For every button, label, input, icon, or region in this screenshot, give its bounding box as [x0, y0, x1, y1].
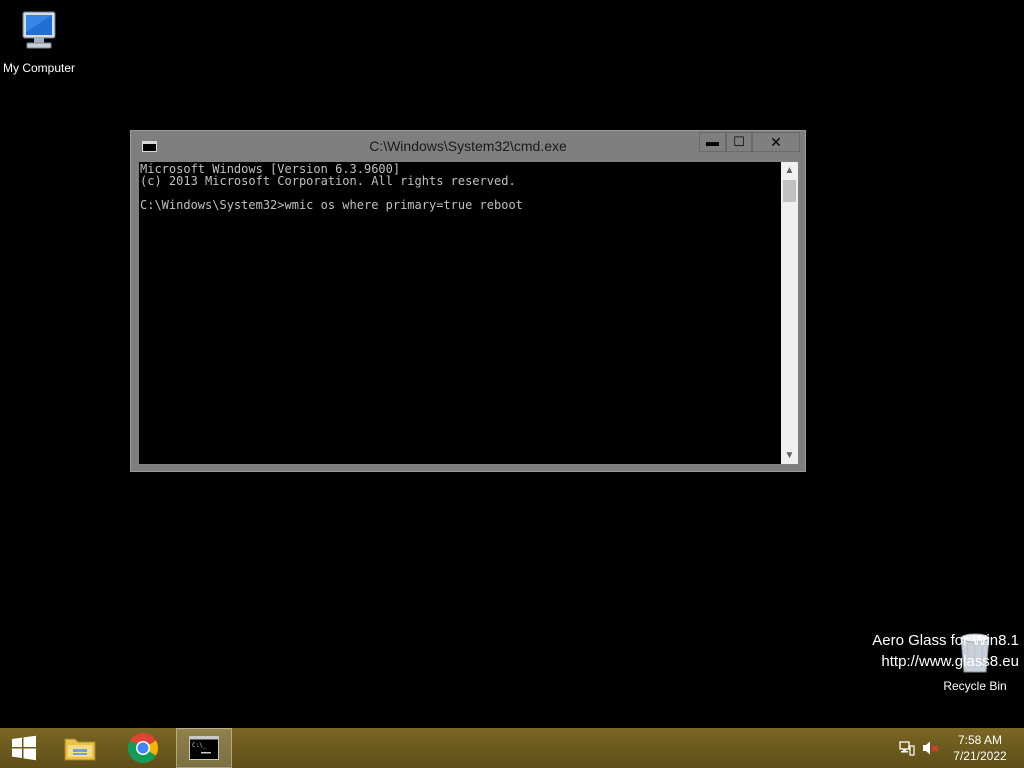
my-computer-label: My Computer — [2, 61, 76, 75]
console-output[interactable]: Microsoft Windows [Version 6.3.9600] (c)… — [139, 162, 781, 464]
close-button[interactable]: ✕ — [752, 132, 800, 152]
computer-icon — [22, 11, 56, 49]
taskbar-chrome[interactable] — [115, 728, 171, 768]
volume-muted-icon — [923, 741, 939, 755]
desktop: My Computer Recycle Bin Aero Glass for W… — [0, 0, 1024, 728]
windows-logo-icon — [12, 735, 36, 761]
title-bar[interactable]: C:\Windows\System32\cmd.exe ▬ ☐ ✕ — [131, 131, 805, 163]
my-computer-shortcut[interactable]: My Computer — [0, 8, 82, 75]
network-icon — [899, 741, 915, 756]
tray-network[interactable] — [896, 728, 918, 768]
scroll-down-arrow-icon[interactable]: ▼ — [781, 447, 798, 464]
clock-date: 7/21/2022 — [953, 749, 1007, 763]
taskbar-cmd-active[interactable]: C:\_ — [176, 728, 232, 768]
taskbar: C:\_ 7:58 AM 7/21/2022 — [0, 728, 1024, 768]
system-clock[interactable]: 7:58 AM 7/21/2022 — [944, 732, 1016, 764]
maximize-button[interactable]: ☐ — [726, 132, 752, 152]
console-line: (c) 2013 Microsoft Corporation. All righ… — [140, 174, 516, 188]
folder-icon — [64, 738, 96, 761]
cmd-window[interactable]: C:\Windows\System32\cmd.exe ▬ ☐ ✕ Micros… — [130, 130, 806, 472]
tray-volume[interactable] — [920, 728, 942, 768]
start-button[interactable] — [0, 728, 48, 768]
svg-text:C:\_: C:\_ — [192, 742, 207, 749]
aero-glass-watermark: Aero Glass for Win8.1 http://www.glass8.… — [872, 630, 1019, 672]
vertical-scrollbar[interactable]: ▲ ▼ — [781, 162, 798, 464]
recycle-bin-label: Recycle Bin — [943, 679, 1007, 693]
watermark-line2: http://www.glass8.eu — [881, 653, 1019, 670]
console-prompt-line: C:\Windows\System32>wmic os where primar… — [140, 198, 523, 212]
watermark-line1: Aero Glass for Win8.1 — [872, 632, 1019, 649]
minimize-button[interactable]: ▬ — [699, 132, 726, 152]
taskbar-file-explorer[interactable] — [52, 728, 108, 768]
cmd-icon: C:\_ — [189, 736, 219, 760]
scroll-up-arrow-icon[interactable]: ▲ — [781, 162, 798, 179]
chrome-icon — [127, 732, 159, 764]
scrollbar-thumb[interactable] — [783, 180, 796, 202]
clock-time: 7:58 AM — [957, 733, 1003, 747]
